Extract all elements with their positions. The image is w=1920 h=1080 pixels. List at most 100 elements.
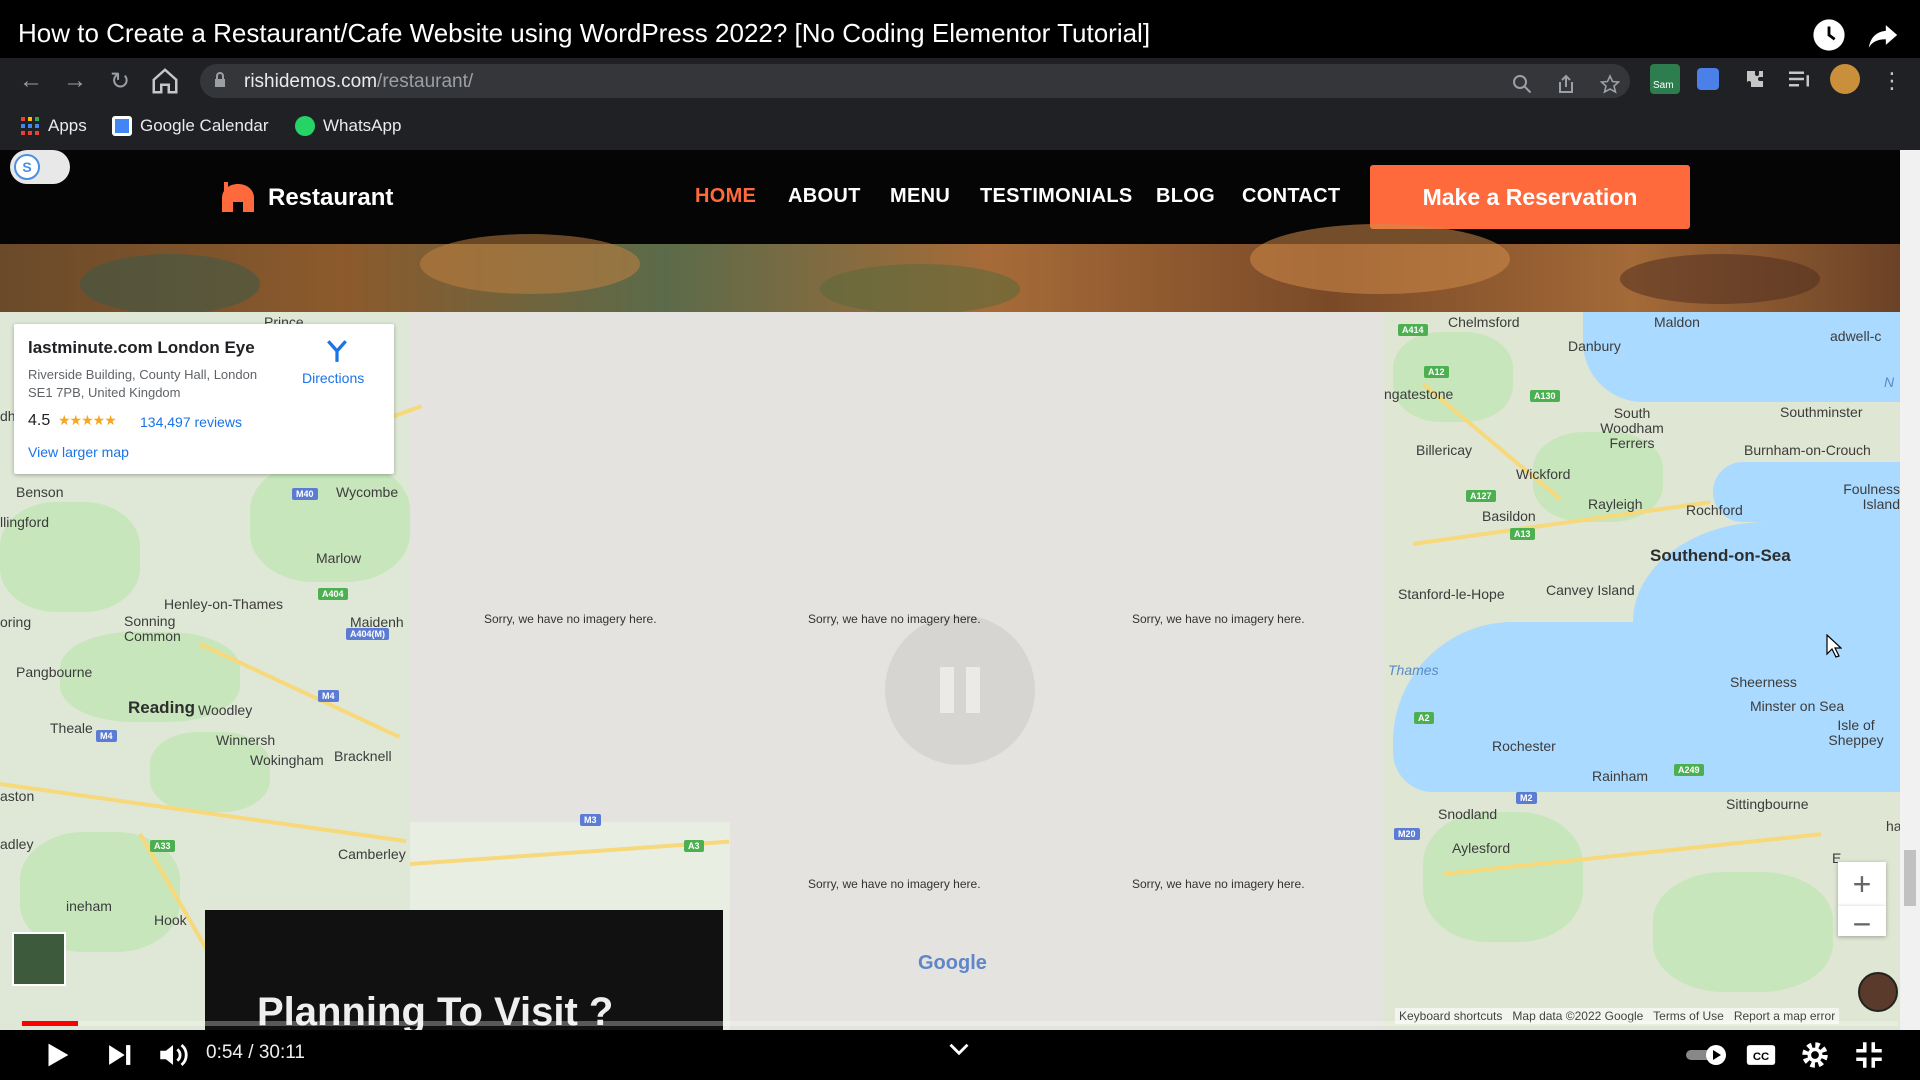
map-label: adley xyxy=(0,836,34,852)
reload-button[interactable]: ↻ xyxy=(105,66,135,96)
map-label: Sheerness xyxy=(1730,674,1797,690)
map-label: Wycombe xyxy=(336,484,399,500)
road-shield: A12 xyxy=(1424,366,1449,378)
google-logo: Google xyxy=(918,952,987,974)
map-label: llingford xyxy=(0,514,50,530)
map-place-card: lastminute.com London Eye Riverside Buil… xyxy=(14,324,394,474)
map-label: Sittingbourne xyxy=(1726,796,1809,812)
share-icon[interactable] xyxy=(1866,18,1900,52)
bookmark-whatsapp[interactable]: WhatsApp xyxy=(295,116,401,136)
nav-home[interactable]: HOME xyxy=(695,185,756,208)
bookmarks-bar: Apps Google Calendar WhatsApp xyxy=(0,104,1920,150)
map-label: Marlow xyxy=(316,550,362,566)
road-shield: M40 xyxy=(292,488,318,500)
scrollbar-thumb[interactable] xyxy=(1904,850,1916,906)
bookmark-star-icon[interactable] xyxy=(1600,74,1620,94)
settings-gear-icon[interactable] xyxy=(1798,1038,1832,1072)
map-label: Bracknell xyxy=(334,748,392,764)
map-label: Hook xyxy=(154,912,187,928)
exit-fullscreen-icon[interactable] xyxy=(1852,1038,1886,1072)
home-icon[interactable] xyxy=(150,66,180,96)
satellite-toggle[interactable] xyxy=(12,932,66,986)
theme-toggle[interactable]: S xyxy=(10,150,70,184)
video-title-bar: How to Create a Restaurant/Cafe Website … xyxy=(0,0,1920,58)
road-shield: M2 xyxy=(1516,792,1537,804)
channel-avatar[interactable] xyxy=(1858,972,1898,1012)
place-rating: 4.5 xyxy=(28,412,51,429)
nav-about[interactable]: ABOUT xyxy=(788,185,861,208)
road-shield: A127 xyxy=(1466,490,1496,502)
extension-blue-icon[interactable] xyxy=(1697,68,1719,90)
map-label: Canvey Island xyxy=(1546,582,1635,598)
extensions-puzzle-icon[interactable] xyxy=(1740,64,1770,94)
map-label: Winnersh xyxy=(216,732,276,748)
site-logo[interactable]: Restaurant xyxy=(218,180,393,216)
video-pause-overlay[interactable] xyxy=(885,615,1035,765)
zoom-out-button[interactable]: − xyxy=(1838,906,1886,936)
no-imagery-message: Sorry, we have no imagery here. xyxy=(1132,877,1305,891)
map-label: Chelmsford xyxy=(1448,314,1520,330)
road-shield: A3 xyxy=(684,840,704,852)
whatsapp-icon xyxy=(295,116,315,136)
directions-icon[interactable] xyxy=(324,338,350,364)
map-label: oring xyxy=(0,614,32,630)
reviews-link[interactable]: 134,497 reviews xyxy=(140,414,242,430)
road-shield: A404(M) xyxy=(346,628,390,640)
play-icon[interactable] xyxy=(40,1038,74,1072)
site-header: Restaurant HOME ABOUT MENU TESTIMONIALS … xyxy=(0,150,1900,244)
map-label: Wickford xyxy=(1516,466,1571,482)
next-video-icon[interactable] xyxy=(102,1038,136,1072)
map-label: Billericay xyxy=(1416,442,1473,458)
map-label: Snodland xyxy=(1438,806,1498,822)
forward-button[interactable]: → xyxy=(60,66,90,96)
page-scrollbar[interactable] xyxy=(1900,150,1920,1030)
view-larger-map-link[interactable]: View larger map xyxy=(28,444,129,460)
map-label: adwell-c xyxy=(1830,328,1882,344)
map-label: Sonning Common xyxy=(124,613,181,644)
directions-link[interactable]: Directions xyxy=(302,370,364,386)
lock-icon xyxy=(215,72,225,87)
profile-avatar[interactable] xyxy=(1830,64,1860,94)
place-address: Riverside Building, County Hall, London … xyxy=(28,367,258,400)
road-shield: A130 xyxy=(1530,390,1560,402)
road-shield: A13 xyxy=(1510,528,1535,540)
map-label: Foulness Island xyxy=(1843,481,1900,512)
nav-testimonials[interactable]: TESTIMONIALS xyxy=(980,185,1133,208)
autoplay-toggle-icon[interactable] xyxy=(1684,1038,1730,1072)
browser-chrome: ← → ↻ rishidemos.com/restaurant/ Sam ⋮ A… xyxy=(0,58,1920,150)
mouse-cursor-icon xyxy=(1826,634,1842,658)
share-page-icon[interactable] xyxy=(1556,74,1576,94)
chevron-down-icon[interactable] xyxy=(942,1032,976,1066)
video-progress-bar[interactable] xyxy=(22,1021,1898,1026)
watch-later-icon[interactable] xyxy=(1812,18,1846,52)
nav-blog[interactable]: BLOG xyxy=(1156,185,1215,208)
browser-menu-icon[interactable]: ⋮ xyxy=(1877,66,1907,96)
map-label: Henley-on-Thames xyxy=(164,596,284,612)
video-title[interactable]: How to Create a Restaurant/Cafe Website … xyxy=(18,18,1150,49)
extension-sam-icon[interactable]: Sam xyxy=(1650,64,1680,94)
map-label: Isle of Sheppey xyxy=(1828,717,1884,748)
captions-icon[interactable]: CC xyxy=(1744,1038,1778,1072)
road-shield: A33 xyxy=(150,840,175,852)
reading-list-icon[interactable] xyxy=(1784,64,1814,94)
no-imagery-message: Sorry, we have no imagery here. xyxy=(484,612,657,626)
zoom-icon[interactable] xyxy=(1512,74,1532,94)
progress-played xyxy=(22,1021,79,1026)
back-button[interactable]: ← xyxy=(16,66,46,96)
map-label: Southend-on-Sea xyxy=(1650,546,1791,565)
volume-icon[interactable] xyxy=(156,1038,190,1072)
map-label: Southminster xyxy=(1780,404,1863,420)
page-viewport: Restaurant HOME ABOUT MENU TESTIMONIALS … xyxy=(0,150,1900,1030)
map-label: ineham xyxy=(66,898,112,914)
map-label: Reading xyxy=(128,698,196,717)
restaurant-logo-icon xyxy=(222,182,254,212)
zoom-in-button[interactable]: + xyxy=(1838,862,1886,906)
nav-contact[interactable]: CONTACT xyxy=(1242,185,1340,208)
bookmark-google-calendar[interactable]: Google Calendar xyxy=(112,116,269,136)
road-shield: A414 xyxy=(1398,324,1428,336)
bookmark-apps[interactable]: Apps xyxy=(20,116,87,136)
nav-menu[interactable]: MENU xyxy=(890,185,950,208)
map-label: Rochester xyxy=(1492,738,1556,754)
make-reservation-button[interactable]: Make a Reservation xyxy=(1370,165,1690,229)
address-bar[interactable]: rishidemos.com/restaurant/ xyxy=(200,64,1630,98)
